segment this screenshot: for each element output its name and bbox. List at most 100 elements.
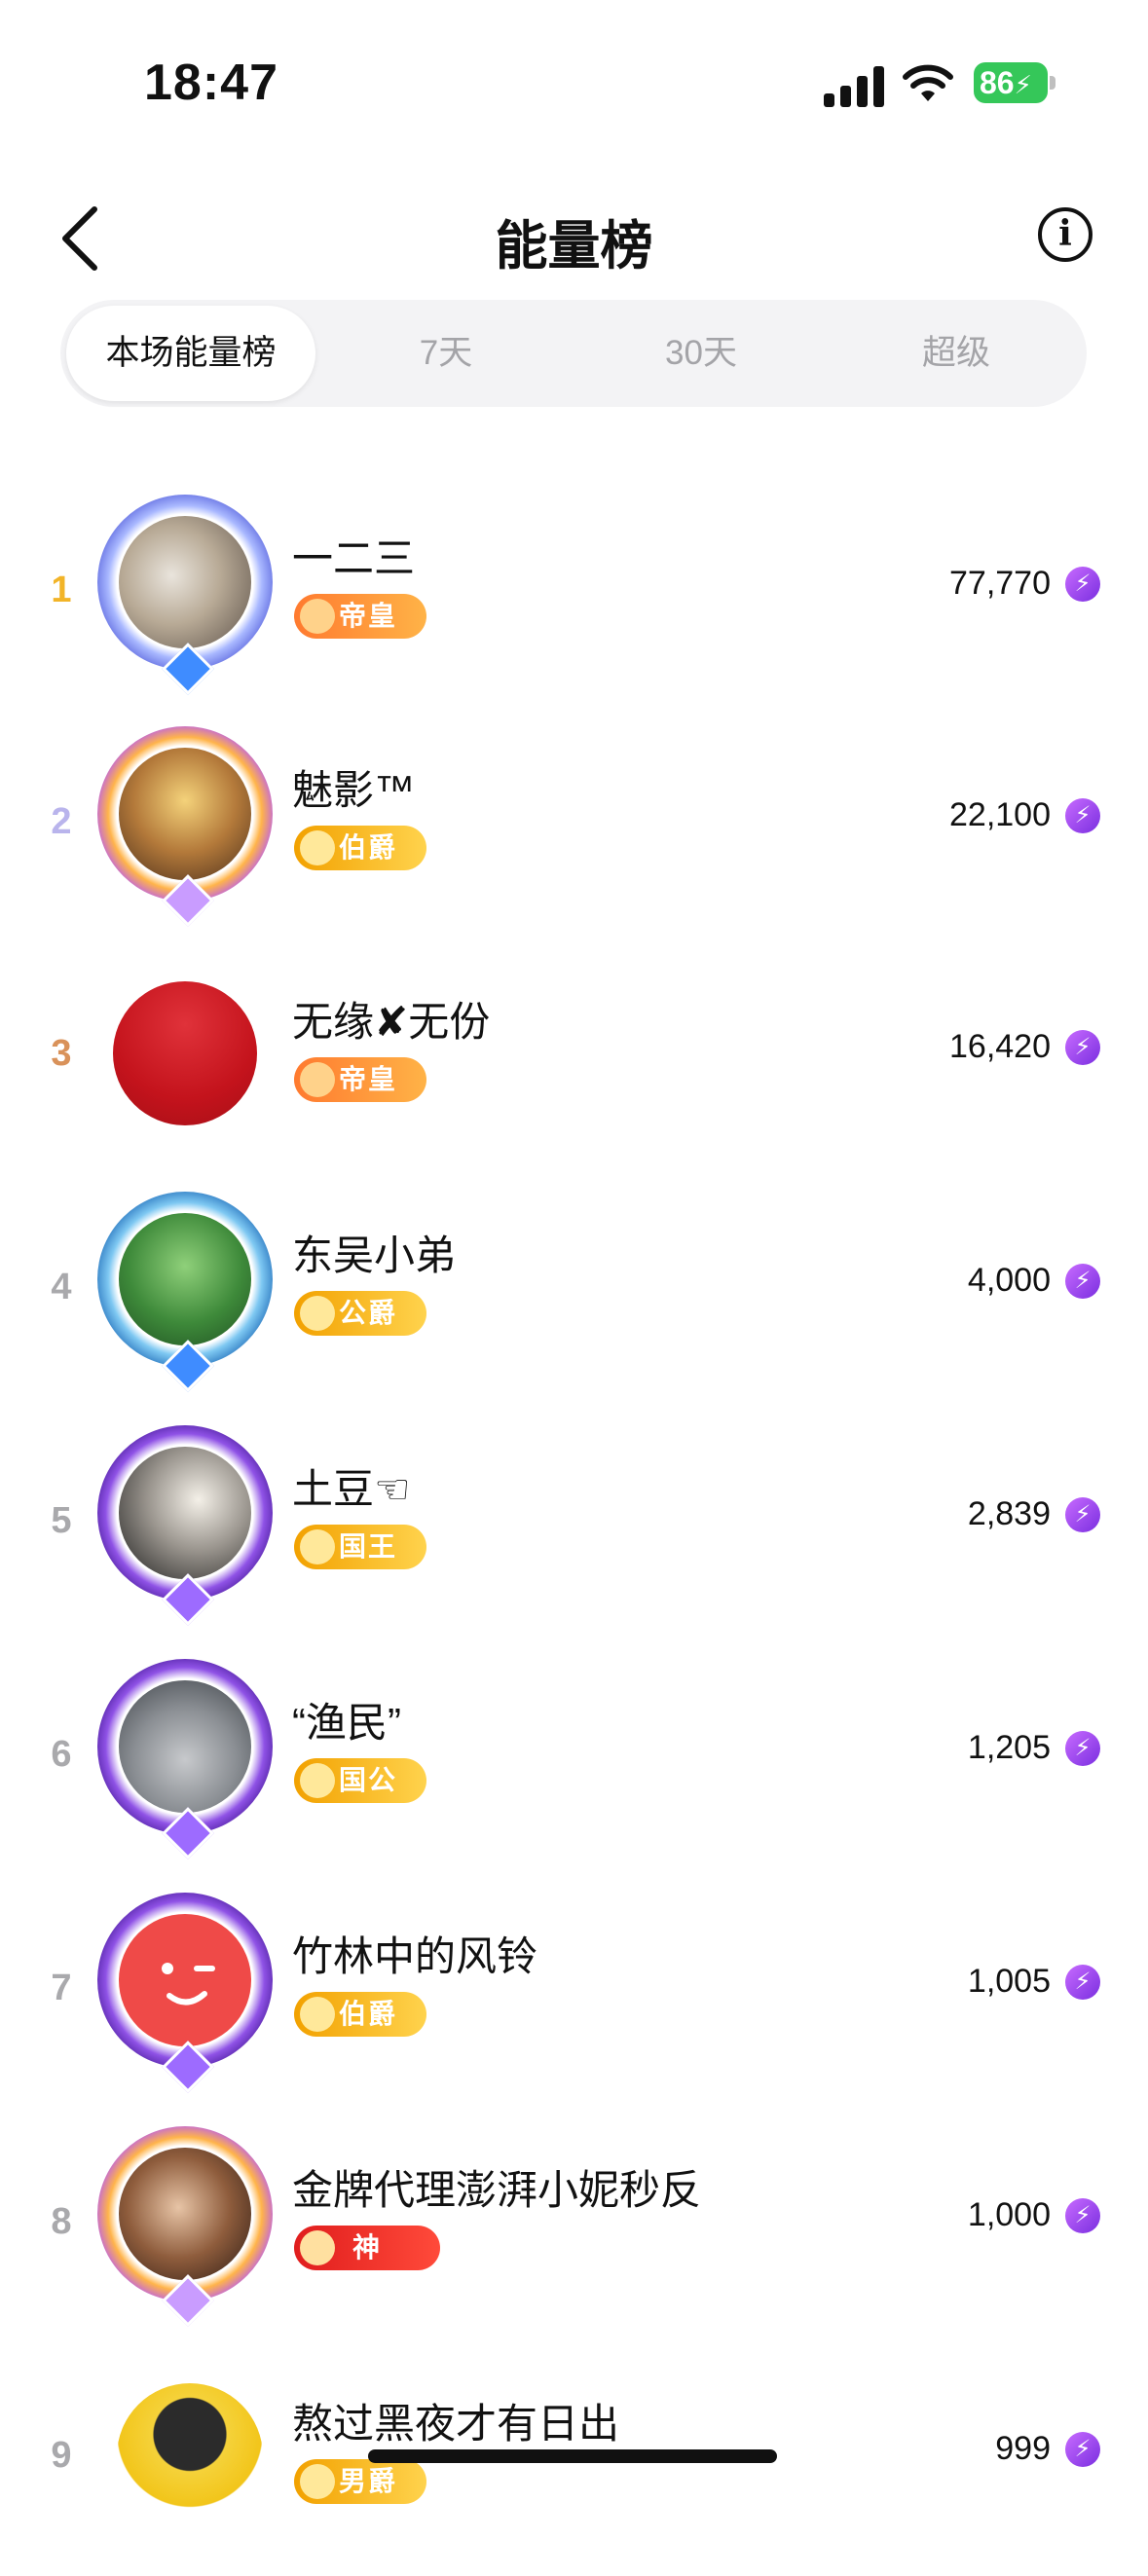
diamond-icon	[300, 2464, 335, 2499]
tab-30-days[interactable]: 30天	[576, 306, 826, 401]
rank-number: 8	[51, 2201, 72, 2242]
rank-number: 5	[51, 1500, 72, 1541]
user-name[interactable]: 土豆☜	[292, 1456, 411, 1516]
level-badge: 国公	[294, 1758, 426, 1803]
ranking-row[interactable]: 3 无缘✘无份 帝皇 16,420 ⚡	[0, 940, 1148, 1174]
energy-score: 1,005	[967, 1963, 1051, 2000]
avatar-photo	[119, 1680, 251, 1813]
user-name[interactable]: 竹林中的风铃	[292, 1924, 537, 1983]
ranking-row[interactable]: 2 魅影™ 伯爵 22,100 ⚡	[0, 709, 1148, 942]
avatar	[97, 1417, 273, 1626]
user-name[interactable]: 无缘✘无份	[292, 989, 490, 1049]
lightning-bolt-icon: ⚡	[1065, 1731, 1100, 1766]
ranking-tabs: 本场能量榜 7天 30天 超级	[60, 300, 1087, 407]
user-name[interactable]: 东吴小弟	[292, 1223, 456, 1282]
avatar-photo	[119, 1213, 251, 1345]
home-indicator[interactable]	[368, 2449, 777, 2463]
ranking-row[interactable]: 4 东吴小弟 公爵 4,000 ⚡	[0, 1174, 1148, 1408]
charging-icon: ⚡	[1014, 70, 1032, 99]
badge-label: 伯爵	[339, 832, 398, 863]
user-name[interactable]: “渔民”	[292, 1690, 401, 1749]
page-title: 能量榜	[495, 217, 653, 276]
diamond-icon	[300, 1296, 335, 1331]
energy-score: 4,000	[967, 1262, 1051, 1299]
energy-score: 22,100	[949, 796, 1051, 833]
level-badge: 帝皇	[294, 1057, 426, 1102]
user-name[interactable]: 一二三	[292, 526, 415, 585]
status-bar: 18:47 86⚡	[0, 0, 1148, 146]
rank-number: 9	[51, 2435, 72, 2476]
energy-score: 16,420	[949, 1028, 1051, 1065]
wifi-icon	[903, 64, 953, 101]
badge-label: 帝皇	[339, 1064, 398, 1094]
rank-number: 3	[51, 1033, 72, 1074]
rank-number: 7	[51, 1968, 72, 2008]
diamond-icon	[300, 830, 335, 865]
lightning-bolt-icon: ⚡	[1065, 2432, 1100, 2467]
avatar	[97, 1885, 273, 2093]
user-name[interactable]: 熬过黑夜才有日出	[292, 2391, 619, 2450]
user-name[interactable]: 魅影™	[292, 757, 415, 817]
energy-score: 2,839	[967, 1495, 1051, 1532]
rank-number: 1	[51, 570, 72, 610]
ranking-row[interactable]: 8 金牌代理澎湃小妮秒反 神 1,000 ⚡	[0, 2109, 1148, 2342]
avatar	[97, 2352, 273, 2547]
avatar	[97, 718, 273, 927]
avatar-photo	[119, 1447, 251, 1579]
avatar	[97, 1184, 273, 1392]
level-badge: 男爵	[294, 2459, 426, 2504]
avatar-photo	[113, 981, 257, 1125]
tab-current-session[interactable]: 本场能量榜	[66, 306, 315, 401]
avatar-photo	[119, 516, 251, 648]
lightning-bolt-icon: ⚡	[1065, 1030, 1100, 1065]
tab-super[interactable]: 超级	[832, 306, 1081, 401]
ranking-row[interactable]: 1 一二三 帝皇 77,770 ⚡	[0, 477, 1148, 711]
ranking-row[interactable]: 5 土豆☜ 国王 2,839 ⚡	[0, 1408, 1148, 1641]
rank-number: 2	[51, 801, 72, 842]
battery-indicator: 86⚡	[974, 62, 1048, 103]
avatar-photo	[119, 1914, 251, 2046]
info-circle-icon: i	[1058, 213, 1072, 254]
level-badge: 国王	[294, 1525, 426, 1569]
diamond-icon	[300, 1997, 335, 2032]
crown-icon	[300, 1062, 335, 1097]
battery-level: 86	[980, 65, 1015, 100]
level-badge: 伯爵	[294, 826, 426, 870]
energy-score: 999	[995, 2430, 1051, 2467]
crown-icon	[300, 599, 335, 634]
energy-score: 1,205	[967, 1729, 1051, 1766]
avatar	[97, 2118, 273, 2327]
battery-cap	[1050, 76, 1055, 90]
avatar	[97, 950, 273, 1145]
lightning-bolt-icon: ⚡	[1065, 2198, 1100, 2233]
avatar-photo	[119, 2148, 251, 2280]
badge-label: 国公	[339, 1765, 398, 1795]
lightning-bolt-icon: ⚡	[1065, 1497, 1100, 1532]
lightning-bolt-icon: ⚡	[1065, 798, 1100, 833]
rank-number: 4	[51, 1267, 72, 1307]
wink-face-icon	[162, 1963, 215, 2006]
info-button[interactable]: i	[1038, 207, 1092, 262]
ranking-row[interactable]: 7 竹林中的风铃 伯爵 1,005 ⚡	[0, 1875, 1148, 2109]
energy-score: 77,770	[949, 565, 1051, 602]
avatar	[97, 487, 273, 695]
lightning-bolt-icon: ⚡	[1065, 1965, 1100, 2000]
badge-label: 男爵	[339, 2466, 398, 2496]
level-badge: 帝皇	[294, 594, 426, 639]
avatar	[97, 1651, 273, 1859]
status-time: 18:47	[144, 55, 278, 111]
ranking-row[interactable]: 6 “渔民” 国公 1,205 ⚡	[0, 1641, 1148, 1875]
badge-label: 公爵	[339, 1298, 398, 1328]
badge-label: 帝皇	[339, 601, 398, 631]
badge-label: 神	[352, 2232, 383, 2263]
user-name[interactable]: 金牌代理澎湃小妮秒反	[292, 2157, 701, 2217]
avatar-photo	[117, 2383, 263, 2529]
badge-label: 国王	[339, 1531, 398, 1562]
chevron-down-icon	[300, 2230, 335, 2265]
level-badge: 神	[294, 2226, 440, 2270]
diamond-icon	[300, 1529, 335, 1564]
lightning-bolt-icon: ⚡	[1065, 1264, 1100, 1299]
level-badge: 伯爵	[294, 1992, 426, 2037]
tab-7-days[interactable]: 7天	[321, 306, 571, 401]
diamond-icon	[300, 1763, 335, 1798]
